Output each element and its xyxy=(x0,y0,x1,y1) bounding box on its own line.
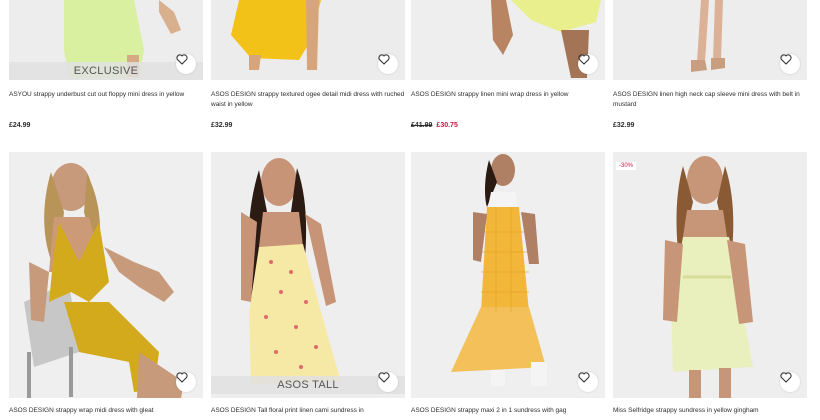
save-for-later-button[interactable] xyxy=(378,372,398,392)
heart-outline-icon xyxy=(780,372,792,383)
heart-outline-icon xyxy=(378,54,390,65)
product-title[interactable]: ASYOU strappy underbust cut out floppy m… xyxy=(9,90,203,100)
save-for-later-button[interactable] xyxy=(378,54,398,74)
product-title[interactable]: ASOS DESIGN linen high neck cap sleeve m… xyxy=(613,90,807,110)
heart-outline-icon xyxy=(378,372,390,383)
product-photo xyxy=(9,152,203,398)
product-image[interactable] xyxy=(411,0,605,80)
product-image[interactable] xyxy=(411,152,605,398)
product-title[interactable]: ASOS DESIGN strappy wrap midi dress with… xyxy=(9,406,203,416)
product-title[interactable]: ASOS DESIGN Tall floral print linen cami… xyxy=(211,406,405,416)
product-image[interactable] xyxy=(211,0,405,80)
sale-price: £30.75 xyxy=(436,122,458,129)
product-title[interactable]: ASOS DESIGN strappy textured ogee detail… xyxy=(211,90,405,110)
heart-outline-icon xyxy=(578,372,590,383)
save-for-later-button[interactable] xyxy=(578,372,598,392)
product-price: £32.99 xyxy=(613,122,635,129)
original-price: £41.99 xyxy=(411,122,433,129)
product-image[interactable]: EXCLUSIVE xyxy=(9,0,203,80)
product-price: £24.99 xyxy=(9,122,31,129)
product-title[interactable]: ASOS DESIGN strappy maxi 2 in 1 sundress… xyxy=(411,406,605,416)
product-title[interactable]: Miss Selfridge strappy sundress in yello… xyxy=(613,406,807,416)
save-for-later-button[interactable] xyxy=(780,372,800,392)
product-photo xyxy=(211,152,405,398)
heart-outline-icon xyxy=(176,372,188,383)
product-price: £41.99 £30.75 xyxy=(411,122,458,129)
save-for-later-button[interactable] xyxy=(780,54,800,74)
save-for-later-button[interactable] xyxy=(578,54,598,74)
heart-outline-icon xyxy=(578,54,590,65)
heart-outline-icon xyxy=(780,54,792,65)
product-image[interactable] xyxy=(613,0,807,80)
product-photo xyxy=(411,152,605,398)
save-for-later-button[interactable] xyxy=(176,372,196,392)
heart-outline-icon xyxy=(176,54,188,65)
product-image[interactable] xyxy=(9,152,203,398)
product-image[interactable]: -30% xyxy=(613,152,807,398)
product-photo xyxy=(211,0,405,80)
product-price: £32.99 xyxy=(211,122,233,129)
save-for-later-button[interactable] xyxy=(176,54,196,74)
product-image[interactable]: ASOS TALL xyxy=(211,152,405,398)
asos-tall-badge: ASOS TALL xyxy=(211,376,405,394)
product-title[interactable]: ASOS DESIGN strappy linen mini wrap dres… xyxy=(411,90,605,100)
discount-badge: -30% xyxy=(616,162,637,170)
exclusive-badge: EXCLUSIVE xyxy=(9,62,203,80)
product-photo xyxy=(411,0,605,80)
product-photo xyxy=(613,152,807,398)
product-photo xyxy=(613,0,807,80)
